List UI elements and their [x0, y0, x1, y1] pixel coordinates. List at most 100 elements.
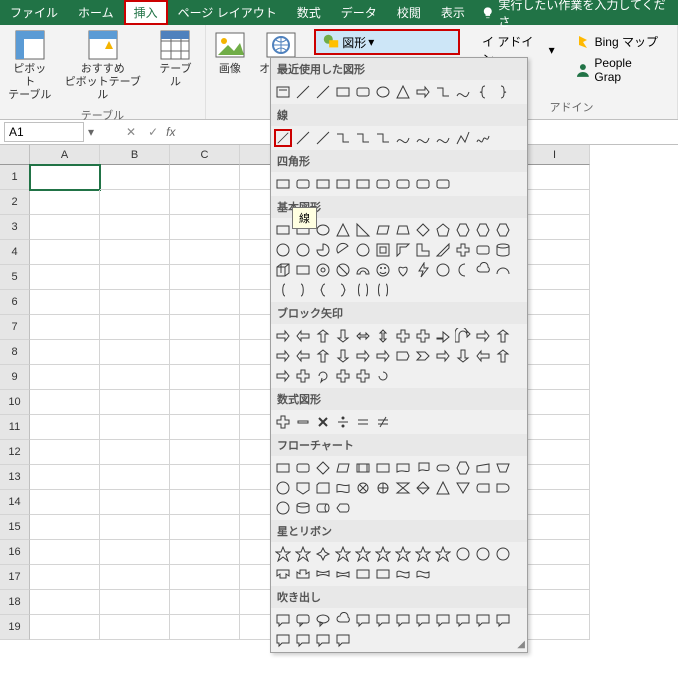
shape-pie[interactable] [314, 241, 332, 259]
shape-stored[interactable] [474, 479, 492, 497]
shape-8pt[interactable] [394, 545, 412, 563]
shape-line-arrow[interactable] [294, 129, 312, 147]
tab-file[interactable]: ファイル [0, 0, 68, 25]
shape-p3[interactable] [374, 367, 392, 385]
row-header[interactable]: 9 [0, 365, 30, 390]
row-header[interactable]: 2 [0, 190, 30, 215]
shape-notequal[interactable] [374, 413, 392, 431]
shape-accent2[interactable] [434, 611, 452, 629]
cell[interactable] [100, 490, 170, 515]
shape-snip-diag[interactable] [354, 175, 372, 193]
shape-tape[interactable] [334, 479, 352, 497]
shape-bentup[interactable] [494, 327, 512, 345]
cell[interactable] [520, 440, 590, 465]
shape-rect[interactable] [274, 611, 292, 629]
select-all-corner[interactable] [0, 145, 30, 165]
shape-oval[interactable] [314, 611, 332, 629]
shape-uturn[interactable] [454, 327, 472, 345]
shape-elbow-double[interactable] [374, 129, 392, 147]
shape-4pt[interactable] [314, 545, 332, 563]
tab-data[interactable]: データ [331, 0, 387, 25]
shape-brace-r[interactable] [494, 83, 512, 101]
shape-rt-triangle[interactable] [354, 221, 372, 239]
cell[interactable] [30, 215, 100, 240]
shape-right-arrow[interactable] [414, 83, 432, 101]
cell[interactable] [30, 615, 100, 640]
cell[interactable] [520, 340, 590, 365]
shape-left-callout[interactable] [474, 347, 492, 365]
shape-notched[interactable] [374, 347, 392, 365]
shape-line-double[interactable] [314, 129, 332, 147]
cell[interactable] [30, 290, 100, 315]
cell[interactable] [170, 615, 240, 640]
row-header[interactable]: 6 [0, 290, 30, 315]
resize-handle-icon[interactable]: ◢ [517, 639, 525, 650]
cell[interactable] [520, 315, 590, 340]
shape-bar2[interactable] [314, 631, 332, 649]
shape-curved-l[interactable] [294, 347, 312, 365]
shape-freeform[interactable] [454, 129, 472, 147]
cell[interactable] [170, 440, 240, 465]
cell[interactable] [170, 390, 240, 415]
shape-quad[interactable] [394, 327, 412, 345]
shape-chevron[interactable] [414, 347, 432, 365]
cell[interactable] [170, 415, 240, 440]
shape-curved-u[interactable] [314, 347, 332, 365]
shape-or[interactable] [374, 479, 392, 497]
shape-right[interactable] [274, 327, 292, 345]
cancel-formula-button[interactable]: ✕ [122, 125, 140, 139]
shape-16pt[interactable] [454, 545, 472, 563]
bing-map-button[interactable]: Bing マップ [571, 31, 665, 52]
shape-round2[interactable] [394, 175, 412, 193]
tellme-search[interactable]: 実行したい作業を入力してくださ [475, 0, 678, 25]
shape-elbow[interactable] [334, 129, 352, 147]
cell[interactable] [170, 290, 240, 315]
shape-up[interactable] [314, 327, 332, 345]
shape-bracket-l[interactable] [274, 281, 292, 299]
picture-button[interactable]: 画像 [212, 27, 248, 78]
row-header[interactable]: 8 [0, 340, 30, 365]
shape-pentagon-arrow[interactable] [394, 347, 412, 365]
tab-pagelayout[interactable]: ページ レイアウト [168, 0, 287, 25]
cell[interactable] [100, 315, 170, 340]
shape-cloud[interactable] [474, 261, 492, 279]
shape-connector[interactable] [434, 83, 452, 101]
cell[interactable] [100, 415, 170, 440]
shape-updown[interactable] [374, 327, 392, 345]
shape-bar1[interactable] [294, 631, 312, 649]
cell[interactable] [30, 315, 100, 340]
shape-up-ribbon[interactable] [274, 565, 292, 583]
shape-decagon[interactable] [274, 241, 292, 259]
shape-line[interactable] [294, 83, 312, 101]
tab-insert[interactable]: 挿入 [124, 0, 168, 25]
shape-predef[interactable] [354, 459, 372, 477]
fx-icon[interactable]: fx [166, 125, 175, 139]
cell[interactable] [30, 340, 100, 365]
cell[interactable] [170, 565, 240, 590]
shape-heptagon[interactable] [474, 221, 492, 239]
shape-sort[interactable] [414, 479, 432, 497]
shape-7pt[interactable] [374, 545, 392, 563]
row-header[interactable]: 14 [0, 490, 30, 515]
row-header[interactable]: 13 [0, 465, 30, 490]
shape-plaque[interactable] [474, 241, 492, 259]
cell[interactable] [100, 240, 170, 265]
shape-parallelogram[interactable] [374, 221, 392, 239]
shape-chord[interactable] [334, 241, 352, 259]
shape-manual-op[interactable] [494, 459, 512, 477]
col-header[interactable]: A [30, 145, 100, 165]
cell[interactable] [520, 565, 590, 590]
shape-snip2[interactable] [334, 175, 352, 193]
shape-10pt[interactable] [414, 545, 432, 563]
shape-connector[interactable] [274, 479, 292, 497]
table-button[interactable]: テーブル [152, 27, 199, 91]
pivottable-button[interactable]: ピボット テーブル [6, 27, 54, 105]
col-header[interactable]: B [100, 145, 170, 165]
shape-explosion1[interactable] [274, 545, 292, 563]
shape-right-callout[interactable] [434, 347, 452, 365]
shape-bent[interactable] [434, 327, 452, 345]
shapes-button[interactable]: 図形▾ [314, 29, 460, 55]
cell[interactable] [100, 215, 170, 240]
shape-junction[interactable] [354, 479, 372, 497]
shape-dodecagon[interactable] [294, 241, 312, 259]
